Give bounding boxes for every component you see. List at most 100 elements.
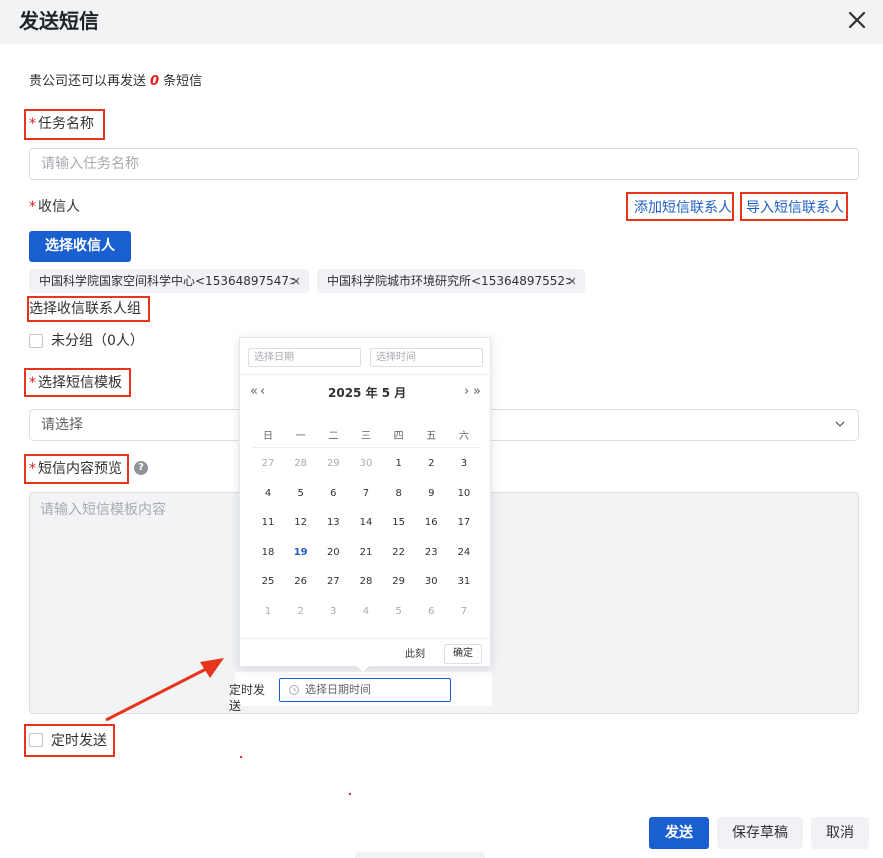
calendar-day[interactable]: 3 xyxy=(448,456,480,486)
weekday-label: 六 xyxy=(458,431,469,442)
task-name-input[interactable]: 请输入任务名称 xyxy=(29,148,859,180)
schedule-checkbox-label[interactable]: 定时发送 xyxy=(51,731,107,751)
calendar-day[interactable]: 29 xyxy=(317,456,349,486)
recipient-tag: 中国科学院城市环境研究所<15364897552> × xyxy=(317,269,585,293)
calendar-day[interactable]: 25 xyxy=(252,574,284,604)
prev-month-icon[interactable]: ‹ xyxy=(260,384,265,399)
weekday-label: 四 xyxy=(393,431,404,442)
required-mark: * xyxy=(29,116,36,132)
calendar-day[interactable]: 7 xyxy=(350,486,382,516)
calendar-day[interactable]: 6 xyxy=(317,486,349,516)
calendar-day[interactable]: 9 xyxy=(415,486,447,516)
calendar-week: 11 12 13 14 15 16 17 xyxy=(252,515,480,545)
calendar-day[interactable]: 5 xyxy=(285,486,317,516)
picker-time-input[interactable]: 选择时间 xyxy=(370,348,483,367)
import-contact-link[interactable]: 导入短信联系人 xyxy=(746,198,844,218)
calendar-day[interactable]: 8 xyxy=(383,486,415,516)
close-icon[interactable] xyxy=(845,8,869,32)
calendar-day[interactable]: 13 xyxy=(317,515,349,545)
picker-footer-divider xyxy=(240,638,490,639)
cancel-button[interactable]: 取消 xyxy=(811,817,869,849)
now-button[interactable]: 此刻 xyxy=(405,647,425,663)
dialog-header xyxy=(0,0,883,44)
schedule-inline-label: 定时发送 xyxy=(229,683,266,713)
calendar-day-today[interactable]: 19 xyxy=(285,545,317,575)
datetime-input[interactable]: 选择日期时间 xyxy=(279,678,451,702)
calendar-day[interactable]: 16 xyxy=(415,515,447,545)
calendar-day[interactable]: 12 xyxy=(285,515,317,545)
calendar-day[interactable]: 6 xyxy=(415,604,447,634)
recipient-tag: 中国科学院国家空间科学中心<15364897547> × xyxy=(29,269,309,293)
calendar-day[interactable]: 3 xyxy=(317,604,349,634)
annotation-arrow xyxy=(105,658,224,722)
preview-label: * 短信内容预览 xyxy=(29,461,122,477)
group-checkbox-label[interactable]: 未分组（0人） xyxy=(51,331,144,351)
quota-prefix: 贵公司还可以再发送 xyxy=(29,74,147,89)
task-name-label: * 任务名称 xyxy=(29,116,94,132)
calendar-day[interactable]: 30 xyxy=(415,574,447,604)
weekday-divider xyxy=(252,447,480,448)
calendar-day[interactable]: 21 xyxy=(350,545,382,575)
calendar-day[interactable]: 17 xyxy=(448,515,480,545)
dialog-title: 发送短信 xyxy=(19,9,99,33)
calendar-day[interactable]: 5 xyxy=(383,604,415,634)
calendar-day[interactable]: 27 xyxy=(317,574,349,604)
quota-text: 贵公司还可以再发送 0 条短信 xyxy=(29,73,202,91)
calendar-day[interactable]: 1 xyxy=(383,456,415,486)
calendar-day[interactable]: 14 xyxy=(350,515,382,545)
annotation-dot xyxy=(349,793,351,795)
weekday-row: 日 一 二 三 四 五 六 xyxy=(252,427,480,442)
tag-close-icon[interactable]: × xyxy=(567,269,577,293)
calendar-week: 27 28 29 30 1 2 3 xyxy=(252,456,480,486)
weekday-label: 一 xyxy=(295,431,306,442)
group-checkbox[interactable] xyxy=(29,334,43,348)
next-year-icon[interactable]: » xyxy=(473,384,481,399)
calendar-day[interactable]: 31 xyxy=(448,574,480,604)
schedule-checkbox[interactable] xyxy=(29,733,43,747)
calendar-day[interactable]: 27 xyxy=(252,456,284,486)
help-icon[interactable]: ? xyxy=(134,461,148,475)
calendar-day[interactable]: 4 xyxy=(350,604,382,634)
weekday-label: 二 xyxy=(328,431,339,442)
calendar-day[interactable]: 18 xyxy=(252,545,284,575)
calendar-day[interactable]: 22 xyxy=(383,545,415,575)
calendar-day[interactable]: 28 xyxy=(350,574,382,604)
calendar-day[interactable]: 2 xyxy=(285,604,317,634)
select-recipient-button[interactable]: 选择收信人 xyxy=(29,231,131,262)
calendar-day[interactable]: 10 xyxy=(448,486,480,516)
weekday-label: 三 xyxy=(360,431,371,442)
calendar-day[interactable]: 20 xyxy=(317,545,349,575)
calendar-day[interactable]: 26 xyxy=(285,574,317,604)
calendar-day[interactable]: 11 xyxy=(252,515,284,545)
next-month-icon[interactable]: › xyxy=(464,384,469,399)
calendar-day[interactable]: 23 xyxy=(415,545,447,575)
quota-suffix: 条短信 xyxy=(163,74,203,89)
calendar-week: 18 19 20 21 22 23 24 xyxy=(252,545,480,575)
save-draft-button[interactable]: 保存草稿 xyxy=(717,817,803,849)
scroll-hint xyxy=(355,852,485,858)
contact-group-label: 选择收信联系人组 xyxy=(29,301,141,317)
preview-placeholder: 请输入短信模板内容 xyxy=(40,502,166,518)
tag-close-icon[interactable]: × xyxy=(291,269,301,293)
confirm-button[interactable]: 确定 xyxy=(444,644,482,664)
add-contact-link[interactable]: 添加短信联系人 xyxy=(634,198,732,218)
calendar-day[interactable]: 1 xyxy=(252,604,284,634)
calendar-day[interactable]: 7 xyxy=(448,604,480,634)
calendar-day[interactable]: 2 xyxy=(415,456,447,486)
chevron-down-icon xyxy=(834,418,846,430)
prev-year-icon[interactable]: « xyxy=(250,384,258,399)
calendar-day[interactable]: 15 xyxy=(383,515,415,545)
calendar-day[interactable]: 30 xyxy=(350,456,382,486)
calendar-grid: 27 28 29 30 1 2 3 4 5 6 7 8 9 10 11 12 1… xyxy=(252,456,480,634)
calendar-week: 25 26 27 28 29 30 31 xyxy=(252,574,480,604)
template-label: * 选择短信模板 xyxy=(29,375,122,391)
picker-date-input[interactable]: 选择日期 xyxy=(248,348,361,367)
calendar-day[interactable]: 24 xyxy=(448,545,480,575)
recipient-label: * 收信人 xyxy=(29,199,80,215)
clock-icon xyxy=(288,684,300,696)
calendar-day[interactable]: 4 xyxy=(252,486,284,516)
calendar-week: 4 5 6 7 8 9 10 xyxy=(252,486,480,516)
send-button[interactable]: 发送 xyxy=(649,817,709,849)
calendar-day[interactable]: 29 xyxy=(383,574,415,604)
calendar-day[interactable]: 28 xyxy=(285,456,317,486)
